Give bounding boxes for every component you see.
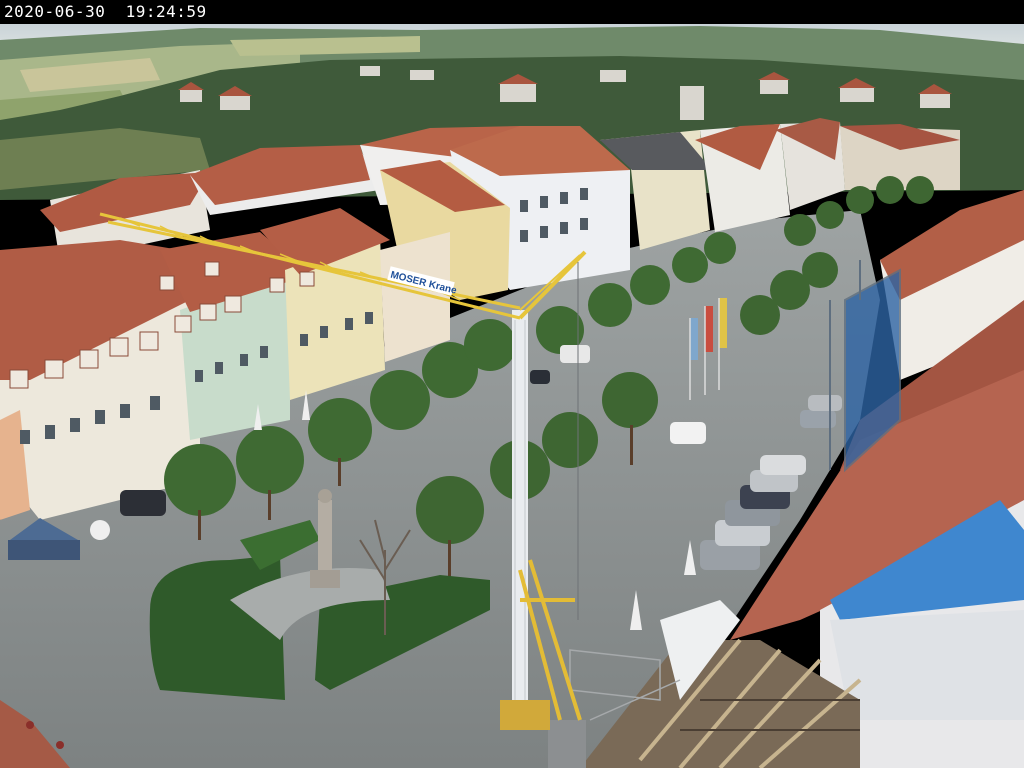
monument-column [318,500,332,575]
town-square-view: MOSER Krane [0,24,1024,768]
timestamp-bar: 2020-06-30 19:24:59 [0,0,1024,24]
timestamp-overlay: 2020-06-30 19:24:59 [4,2,207,21]
webcam-image: MOSER Krane [0,24,1024,768]
